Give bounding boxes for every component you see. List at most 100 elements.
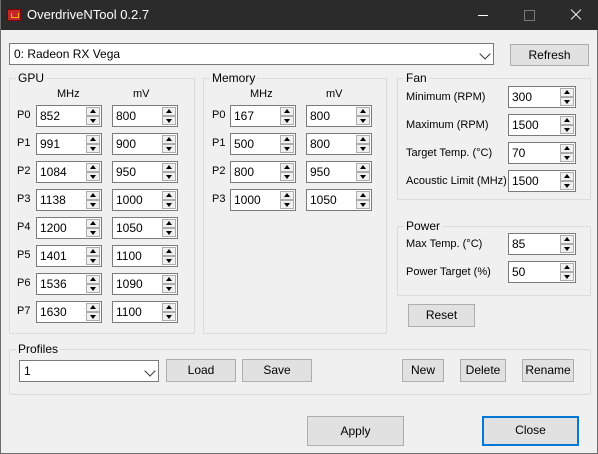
spin-down-arrow-icon[interactable] (86, 172, 100, 181)
spin-up-arrow-icon[interactable] (162, 247, 176, 256)
spin-up-arrow-icon[interactable] (162, 303, 176, 312)
power-value-spinner[interactable]: 50 (508, 261, 576, 283)
memory-mhz-spinner[interactable]: 500 (230, 133, 296, 155)
spin-down-arrow-icon[interactable] (560, 244, 574, 253)
gpu-mv-spinner[interactable]: 950 (112, 161, 178, 183)
spin-down-arrow-icon[interactable] (560, 272, 574, 281)
spin-up-arrow-icon[interactable] (356, 135, 370, 144)
spin-up-arrow-icon[interactable] (162, 191, 176, 200)
gpu-mhz-spinner[interactable]: 1536 (36, 273, 102, 295)
spin-down-arrow-icon[interactable] (162, 116, 176, 125)
memory-mv-spinner[interactable]: 950 (306, 161, 372, 183)
memory-mhz-spinner[interactable]: 167 (230, 105, 296, 127)
spin-up-arrow-icon[interactable] (356, 163, 370, 172)
spin-down-arrow-icon[interactable] (86, 200, 100, 209)
memory-mv-spinner[interactable]: 800 (306, 105, 372, 127)
gpu-mv-spinner[interactable]: 800 (112, 105, 178, 127)
fan-value-spinner[interactable]: 70 (508, 142, 576, 164)
spin-up-arrow-icon[interactable] (86, 219, 100, 228)
gpu-mv-spinner[interactable]: 1000 (112, 189, 178, 211)
spin-down-arrow-icon[interactable] (162, 256, 176, 265)
spin-down-arrow-icon[interactable] (280, 200, 294, 209)
fan-value-spinner[interactable]: 1500 (508, 114, 576, 136)
spin-down-arrow-icon[interactable] (86, 256, 100, 265)
spin-up-arrow-icon[interactable] (560, 144, 574, 153)
apply-button[interactable]: Apply (307, 416, 404, 446)
title-bar[interactable]: OverdriveNTool 0.2.7 (1, 0, 598, 30)
spin-up-arrow-icon[interactable] (560, 116, 574, 125)
spin-up-arrow-icon[interactable] (162, 135, 176, 144)
gpu-mhz-spinner[interactable]: 1084 (36, 161, 102, 183)
power-value-spinner[interactable]: 85 (508, 233, 576, 255)
spin-up-arrow-icon[interactable] (280, 107, 294, 116)
fan-value-spinner[interactable]: 1500 (508, 170, 576, 192)
gpu-mhz-spinner[interactable]: 1401 (36, 245, 102, 267)
gpu-mv-spinner[interactable]: 1090 (112, 273, 178, 295)
spin-up-arrow-icon[interactable] (86, 135, 100, 144)
spin-down-arrow-icon[interactable] (560, 153, 574, 162)
close-icon[interactable] (553, 0, 598, 30)
gpu-mhz-spinner[interactable]: 852 (36, 105, 102, 127)
spin-down-arrow-icon[interactable] (560, 97, 574, 106)
spin-up-arrow-icon[interactable] (86, 163, 100, 172)
spin-down-arrow-icon[interactable] (86, 116, 100, 125)
spin-down-arrow-icon[interactable] (280, 172, 294, 181)
spin-up-arrow-icon[interactable] (162, 163, 176, 172)
memory-mv-spinner[interactable]: 800 (306, 133, 372, 155)
spin-down-arrow-icon[interactable] (356, 172, 370, 181)
spin-down-arrow-icon[interactable] (560, 125, 574, 134)
spin-up-arrow-icon[interactable] (560, 263, 574, 272)
save-button[interactable]: Save (242, 359, 312, 382)
spin-down-arrow-icon[interactable] (162, 172, 176, 181)
reset-button[interactable]: Reset (408, 304, 475, 327)
memory-mhz-spinner[interactable]: 1000 (230, 189, 296, 211)
spin-up-arrow-icon[interactable] (560, 172, 574, 181)
spin-up-arrow-icon[interactable] (280, 163, 294, 172)
spin-down-arrow-icon[interactable] (86, 228, 100, 237)
memory-mv-spinner[interactable]: 1050 (306, 189, 372, 211)
gpu-mhz-spinner[interactable]: 1630 (36, 301, 102, 323)
spin-up-arrow-icon[interactable] (280, 135, 294, 144)
minimize-icon[interactable] (461, 0, 507, 30)
gpu-mhz-spinner[interactable]: 1138 (36, 189, 102, 211)
spin-up-arrow-icon[interactable] (86, 303, 100, 312)
spin-up-arrow-icon[interactable] (86, 191, 100, 200)
gpu-mv-spinner[interactable]: 1100 (112, 301, 178, 323)
spin-down-arrow-icon[interactable] (86, 312, 100, 321)
fan-value-spinner[interactable]: 300 (508, 86, 576, 108)
spin-down-arrow-icon[interactable] (162, 228, 176, 237)
device-select[interactable]: 0: Radeon RX Vega (9, 43, 494, 65)
spin-up-arrow-icon[interactable] (162, 219, 176, 228)
spin-down-arrow-icon[interactable] (162, 144, 176, 153)
spin-up-arrow-icon[interactable] (560, 88, 574, 97)
close-button[interactable]: Close (482, 416, 579, 446)
load-button[interactable]: Load (166, 359, 236, 382)
spin-up-arrow-icon[interactable] (86, 275, 100, 284)
memory-mhz-spinner[interactable]: 800 (230, 161, 296, 183)
spin-down-arrow-icon[interactable] (86, 144, 100, 153)
spin-down-arrow-icon[interactable] (560, 181, 574, 190)
gpu-mhz-spinner[interactable]: 1200 (36, 217, 102, 239)
gpu-mhz-spinner[interactable]: 991 (36, 133, 102, 155)
new-profile-button[interactable]: New (402, 359, 444, 382)
spin-down-arrow-icon[interactable] (280, 116, 294, 125)
spin-up-arrow-icon[interactable] (560, 235, 574, 244)
refresh-button[interactable]: Refresh (510, 44, 589, 66)
spin-down-arrow-icon[interactable] (356, 200, 370, 209)
spin-down-arrow-icon[interactable] (86, 284, 100, 293)
gpu-mv-spinner[interactable]: 900 (112, 133, 178, 155)
spin-down-arrow-icon[interactable] (162, 284, 176, 293)
delete-profile-button[interactable]: Delete (460, 359, 506, 382)
spin-down-arrow-icon[interactable] (356, 116, 370, 125)
spin-up-arrow-icon[interactable] (162, 107, 176, 116)
spin-down-arrow-icon[interactable] (280, 144, 294, 153)
spin-up-arrow-icon[interactable] (356, 191, 370, 200)
spin-down-arrow-icon[interactable] (162, 200, 176, 209)
spin-down-arrow-icon[interactable] (162, 312, 176, 321)
spin-up-arrow-icon[interactable] (86, 107, 100, 116)
gpu-mv-spinner[interactable]: 1050 (112, 217, 178, 239)
profile-select[interactable]: 1 (19, 360, 159, 382)
spin-up-arrow-icon[interactable] (86, 247, 100, 256)
gpu-mv-spinner[interactable]: 1100 (112, 245, 178, 267)
spin-down-arrow-icon[interactable] (356, 144, 370, 153)
